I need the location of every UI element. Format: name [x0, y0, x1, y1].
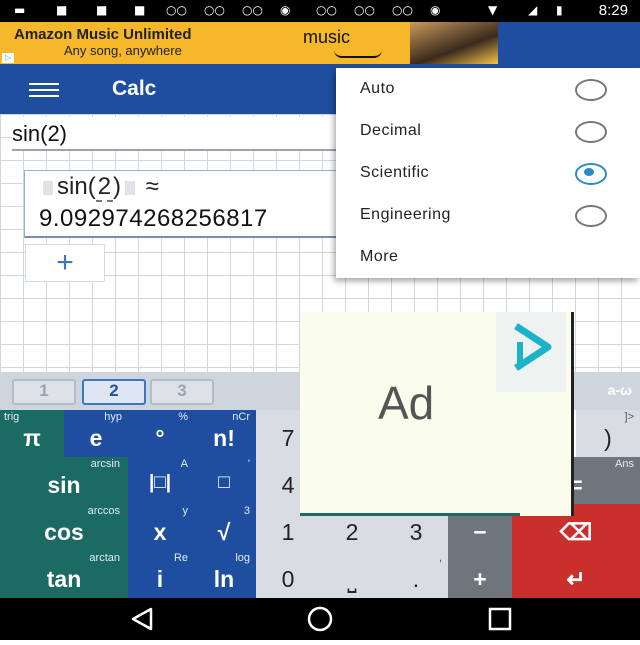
- tab-2[interactable]: 2: [82, 379, 146, 405]
- battery-icon: ▮: [556, 3, 563, 17]
- facebook-icon: ■: [96, 3, 108, 17]
- amazon-smile-logo: [334, 50, 382, 58]
- key-ln[interactable]: log ln: [192, 551, 256, 598]
- ad-label: Ad: [378, 377, 435, 429]
- add-expression-button[interactable]: +: [25, 244, 105, 282]
- expression-input[interactable]: sin(2): [12, 117, 342, 151]
- ad-play-logo-icon[interactable]: [496, 312, 566, 392]
- menu-option-decimal[interactable]: Decimal: [336, 110, 640, 152]
- option-label: Auto: [360, 80, 395, 97]
- radio-button[interactable]: [575, 121, 607, 143]
- notification-icon: ◉: [280, 3, 291, 17]
- signal-icon: ◢: [528, 3, 538, 17]
- tab-greek[interactable]: a-ω: [608, 382, 632, 398]
- key-sqrt[interactable]: 3 √: [192, 504, 256, 551]
- key-factorial[interactable]: nCr n!: [192, 410, 256, 457]
- notification-icon: ○○: [166, 3, 187, 17]
- app-title: Calc: [112, 77, 157, 100]
- notification-icon: ○○: [392, 3, 413, 17]
- expression-paren: (: [87, 173, 96, 200]
- key-enter[interactable]: ↵: [512, 551, 640, 598]
- key-e[interactable]: hyp e: [64, 410, 128, 457]
- menu-option-scientific[interactable]: Scientific: [336, 152, 640, 194]
- banner-ad-subtitle: Any song, anywhere: [64, 43, 182, 58]
- menu-option-more[interactable]: More: [336, 236, 640, 278]
- expression-paren: ): [113, 173, 122, 200]
- expression-function: sin: [57, 173, 88, 200]
- banner-ad-filler: [498, 22, 640, 64]
- notification-icon: ○○: [204, 3, 225, 17]
- backspace-icon: ⌫: [559, 519, 593, 545]
- approx-sign: ≈: [145, 173, 159, 200]
- radio-button[interactable]: [575, 205, 607, 227]
- key-pi[interactable]: trig π: [0, 410, 64, 457]
- key-degree[interactable]: % °: [128, 410, 192, 457]
- notification-icon: ○○: [242, 3, 263, 17]
- tab-3[interactable]: 3: [150, 379, 214, 405]
- number-format-menu: Auto Decimal Scientific Engineering More: [336, 68, 640, 278]
- expression-display: sin(2) ≈: [39, 173, 159, 202]
- expression-argument: 2: [95, 173, 114, 202]
- home-icon: [307, 606, 333, 632]
- key-right-paren[interactable]: ]>): [576, 410, 640, 457]
- wifi-icon: ▼: [488, 3, 498, 17]
- key-plus[interactable]: +: [448, 551, 512, 598]
- key-i[interactable]: Re i: [128, 551, 192, 598]
- placeholder-box: [43, 180, 53, 195]
- placeholder-box: [125, 180, 136, 195]
- ad-border: [300, 513, 520, 516]
- menu-option-engineering[interactable]: Engineering: [336, 194, 640, 236]
- status-bar: ▬ ■ ■ ■ ○○ ○○ ○○ ◉ ○○ ○○ ○○ ◉ ▼ ◢ ▮ 8:29: [0, 0, 640, 22]
- expression-card[interactable]: sin(2) ≈ 9.092974268256817: [24, 170, 344, 238]
- banner-ad-image: [410, 22, 498, 64]
- radio-button-selected[interactable]: [575, 163, 607, 185]
- key-abs[interactable]: A |□|: [128, 457, 192, 504]
- key-sin[interactable]: arcsin sin: [0, 457, 128, 504]
- ad-choices-icon[interactable]: ▷: [2, 53, 14, 63]
- messages-icon: ▬: [14, 3, 26, 17]
- option-label: Decimal: [360, 122, 422, 139]
- notification-icon: ○○: [316, 3, 337, 17]
- result-value: 9.092974268256817: [39, 205, 268, 232]
- space-icon: ⎵: [347, 566, 357, 592]
- banner-ad[interactable]: Amazon Music Unlimited Any song, anywher…: [0, 22, 498, 64]
- enter-icon: ↵: [566, 566, 586, 592]
- key-power[interactable]: ' □: [192, 457, 256, 504]
- status-time: 8:29: [598, 2, 628, 19]
- facebook-icon: ■: [56, 3, 68, 17]
- option-label: Engineering: [360, 206, 451, 223]
- navigation-bar: [0, 598, 640, 640]
- music-logo: music: [303, 27, 351, 47]
- option-label: Scientific: [360, 164, 430, 181]
- ad-overlay[interactable]: Ad: [300, 312, 574, 516]
- pinterest-icon: ◉: [430, 3, 441, 17]
- recents-icon: [488, 607, 512, 631]
- key-x[interactable]: yx: [128, 504, 192, 551]
- back-icon: [131, 607, 153, 631]
- key-tan[interactable]: arctan tan: [0, 551, 128, 598]
- key-decimal[interactable]: ,.: [384, 551, 448, 598]
- banner-ad-title: Amazon Music Unlimited: [14, 26, 192, 43]
- key-space[interactable]: ⎵: [320, 551, 384, 598]
- facebook-icon: ■: [134, 3, 146, 17]
- radio-button[interactable]: [575, 79, 607, 101]
- key-0[interactable]: 0: [256, 551, 320, 598]
- menu-icon[interactable]: [29, 83, 59, 97]
- tab-1[interactable]: 1: [12, 379, 76, 405]
- option-label: More: [360, 248, 399, 265]
- menu-option-auto[interactable]: Auto: [336, 68, 640, 110]
- key-cos[interactable]: arccos cos: [0, 504, 128, 551]
- notification-icon: ○○: [354, 3, 375, 17]
